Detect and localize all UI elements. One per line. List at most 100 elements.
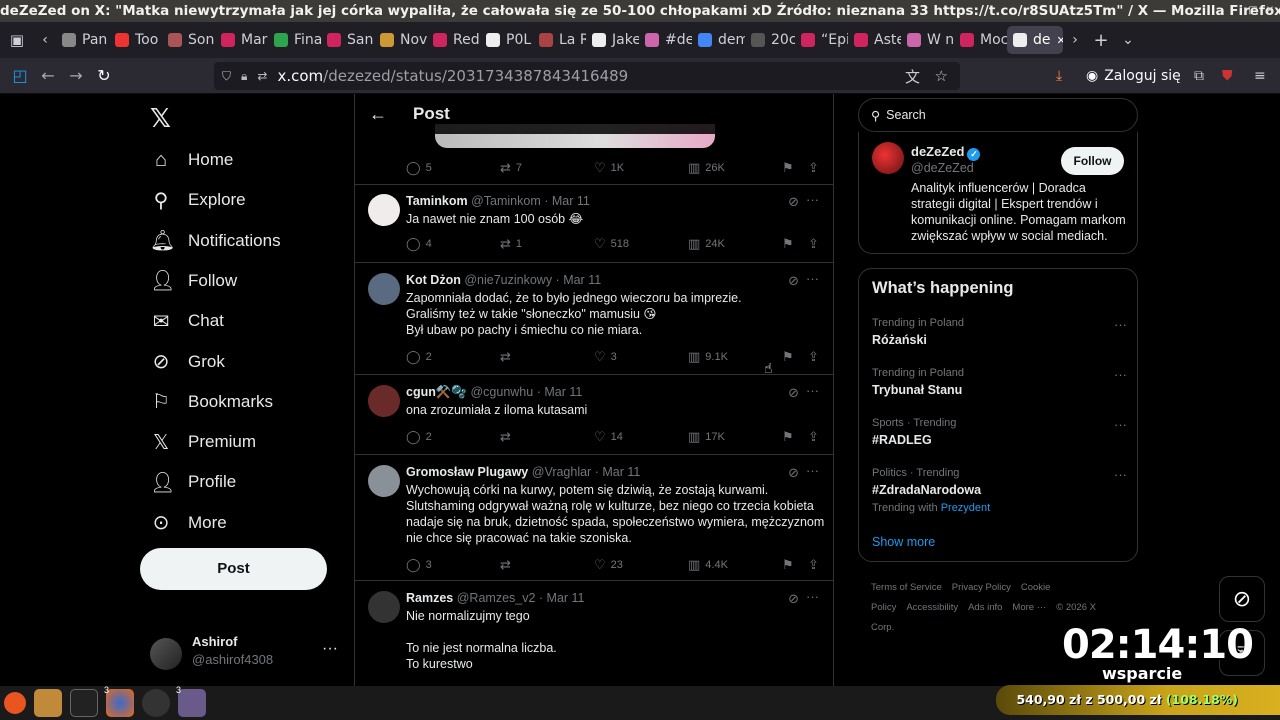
login-button[interactable]: ◉ Zaloguj się xyxy=(1086,68,1181,84)
reply-button[interactable]: ◯ 2 xyxy=(406,349,432,365)
share-button[interactable]: ⇪ xyxy=(808,236,819,252)
like-button[interactable]: ♡ 3 xyxy=(594,349,617,365)
browser-tab[interactable]: P0L xyxy=(480,26,533,54)
permissions-icon[interactable]: ⇄ xyxy=(257,69,267,83)
search-input[interactable]: ⚲ Search xyxy=(858,98,1138,132)
tweet-author[interactable]: Ramzes xyxy=(406,591,453,605)
avatar[interactable] xyxy=(368,591,400,623)
browser-tab[interactable]: de ✕ xyxy=(1007,26,1063,54)
tweet[interactable]: Ramzes @Ramzes_v2 · Mar 11 ⊘ ··· Nie normal… xyxy=(355,581,833,686)
downloads-icon[interactable]: ⤓ xyxy=(1056,68,1062,84)
obs-icon[interactable] xyxy=(142,689,170,717)
account-switcher[interactable]: Ashirof @ashirof4308 ··· xyxy=(150,634,340,674)
like-button[interactable]: ♡ 518 xyxy=(594,236,629,252)
bookmark-button[interactable]: ⚑ xyxy=(782,429,794,445)
nav-item-more[interactable]: ⊙ More xyxy=(150,509,227,537)
footer-link[interactable]: Accessibility xyxy=(906,602,958,613)
firefox-icon[interactable]: 3 xyxy=(104,685,134,717)
browser-tab[interactable]: Too xyxy=(109,26,162,54)
browser-tab[interactable]: Red xyxy=(427,26,480,54)
footer-link[interactable]: Privacy Policy xyxy=(952,582,1011,593)
bookmark-button[interactable]: ⚑ xyxy=(782,349,794,365)
tweet-handle[interactable]: @Taminkom xyxy=(471,194,541,208)
back-arrow-icon[interactable]: ← xyxy=(369,104,409,125)
tweet-author[interactable]: cgun⚒️🫧 xyxy=(406,385,467,399)
nav-item-explore[interactable]: ⚲ Explore xyxy=(150,186,246,214)
nav-item-bookmarks[interactable]: ⚐ Bookmarks xyxy=(150,388,273,416)
tweet-author[interactable]: Kot Dżon xyxy=(406,273,461,287)
browser-tab[interactable]: La R xyxy=(533,26,586,54)
tweet-handle[interactable]: @nie7uzinkowy xyxy=(464,273,552,287)
tweet[interactable]: Kot Dżon @nie7uzinkowy · Mar 11 ⊘ ··· Zapom… xyxy=(355,263,833,375)
bookmark-button[interactable]: ⚑ xyxy=(782,160,794,176)
reply-button[interactable]: ◯ 4 xyxy=(406,236,432,252)
tab-scroll-left-icon[interactable]: ‹ xyxy=(34,26,56,54)
grok-icon[interactable]: ⊘ xyxy=(788,273,799,289)
translate-icon[interactable]: 文 xyxy=(905,66,920,87)
tweet-date[interactable]: Mar 11 xyxy=(602,465,640,479)
share-button[interactable]: ⇪ xyxy=(808,429,819,445)
more-dots-icon[interactable]: ··· xyxy=(806,463,819,478)
bookmark-button[interactable]: ⚑ xyxy=(782,236,794,252)
new-tab-icon[interactable]: + xyxy=(1087,26,1115,54)
trend-item[interactable]: Trending in Poland Różański ··· xyxy=(872,317,1127,347)
share-button[interactable]: ⇪ xyxy=(808,349,819,365)
shield-icon[interactable]: ⛉ xyxy=(222,69,231,84)
nav-item-grok[interactable]: ⊘ Grok xyxy=(150,348,225,376)
more-dots-icon[interactable]: ··· xyxy=(806,271,819,286)
app-icon[interactable]: 3 xyxy=(176,685,206,717)
trend-link[interactable]: Prezydent xyxy=(941,502,991,514)
browser-tab[interactable]: Aste xyxy=(848,26,901,54)
nav-item-home[interactable]: ⌂ Home xyxy=(150,146,233,174)
tweet-handle[interactable]: @Ramzes_v2 xyxy=(457,591,536,605)
tweet-date[interactable]: Mar 11 xyxy=(547,591,585,605)
footer-link[interactable]: Terms of Service xyxy=(871,582,942,593)
tweet[interactable]: cgun⚒️🫧 @cgunwhu · Mar 11 ⊘ ··· ona zrozumi… xyxy=(355,375,833,455)
more-dots-icon[interactable]: ··· xyxy=(806,383,819,398)
browser-tab[interactable]: Jake xyxy=(586,26,639,54)
footer-link[interactable]: More ··· xyxy=(1012,602,1046,613)
reply-button[interactable]: ◯ 5 xyxy=(406,160,432,176)
reply-button[interactable]: ◯ 2 xyxy=(406,429,432,445)
files-icon[interactable] xyxy=(34,689,62,717)
views-button[interactable]: ▥ 17K xyxy=(688,429,725,445)
terminal-icon[interactable] xyxy=(70,689,98,717)
tweet-date[interactable]: Mar 11 xyxy=(544,385,582,399)
post-button[interactable]: Post xyxy=(140,548,327,590)
tweet[interactable]: Gromosław Plugawy @Vraghlar · Mar 11 ⊘ ···… xyxy=(355,455,833,581)
tweet-author[interactable]: Taminkom xyxy=(406,194,468,208)
more-dots-icon[interactable]: ··· xyxy=(806,589,819,604)
more-dots-icon[interactable]: ··· xyxy=(1114,317,1127,332)
browser-tab[interactable]: #de xyxy=(639,26,692,54)
more-dots-icon[interactable]: ··· xyxy=(1114,467,1127,482)
trend-item[interactable]: Trending in Poland Trybunał Stanu ··· xyxy=(872,367,1127,397)
browser-tab[interactable]: 20caf2 xyxy=(745,26,795,54)
forward-icon[interactable]: → xyxy=(62,66,90,85)
like-button[interactable]: ♡ 1K xyxy=(594,160,624,176)
repost-button[interactable]: ⇄ 1 xyxy=(500,236,522,252)
tweet-date[interactable]: Mar 11 xyxy=(563,273,601,287)
more-dots-icon[interactable]: ··· xyxy=(1114,367,1127,382)
tab-overview-icon[interactable]: ▣ xyxy=(0,26,34,54)
browser-tab[interactable]: “Epi xyxy=(795,26,848,54)
avatar[interactable] xyxy=(368,273,400,305)
close-window-icon[interactable]: ✕ xyxy=(1263,4,1277,18)
show-more-link[interactable]: Show more xyxy=(872,535,935,549)
tweet[interactable]: Taminkom @Taminkom · Mar 11 ⊘ ··· Ja nawet … xyxy=(355,184,833,263)
maximize-icon[interactable]: □ xyxy=(1246,4,1260,18)
x-logo-icon[interactable]: 𝕏 xyxy=(150,104,171,134)
tweet-handle[interactable]: @Vraghlar xyxy=(532,465,591,479)
browser-tab[interactable]: dem xyxy=(692,26,745,54)
views-button[interactable]: ▥ 4.4K xyxy=(688,557,728,573)
nav-item-profile[interactable]: 👤︎ Profile xyxy=(150,468,236,496)
ubuntu-menu-icon[interactable] xyxy=(4,692,26,714)
more-dots-icon[interactable]: ··· xyxy=(806,192,819,207)
browser-tab[interactable]: Nov xyxy=(374,26,427,54)
lock-icon[interactable]: 🔒︎ xyxy=(241,69,247,84)
ublock-icon[interactable]: ⛊ xyxy=(1222,68,1233,84)
views-button[interactable]: ▥ 26K xyxy=(688,160,725,176)
browser-tab[interactable]: Fina xyxy=(268,26,321,54)
tweet-author[interactable]: Gromosław Plugawy xyxy=(406,465,528,479)
nav-item-notifications[interactable]: 🔔︎ Notifications xyxy=(150,227,281,255)
nav-item-follow[interactable]: 👤︎ Follow xyxy=(150,267,237,295)
